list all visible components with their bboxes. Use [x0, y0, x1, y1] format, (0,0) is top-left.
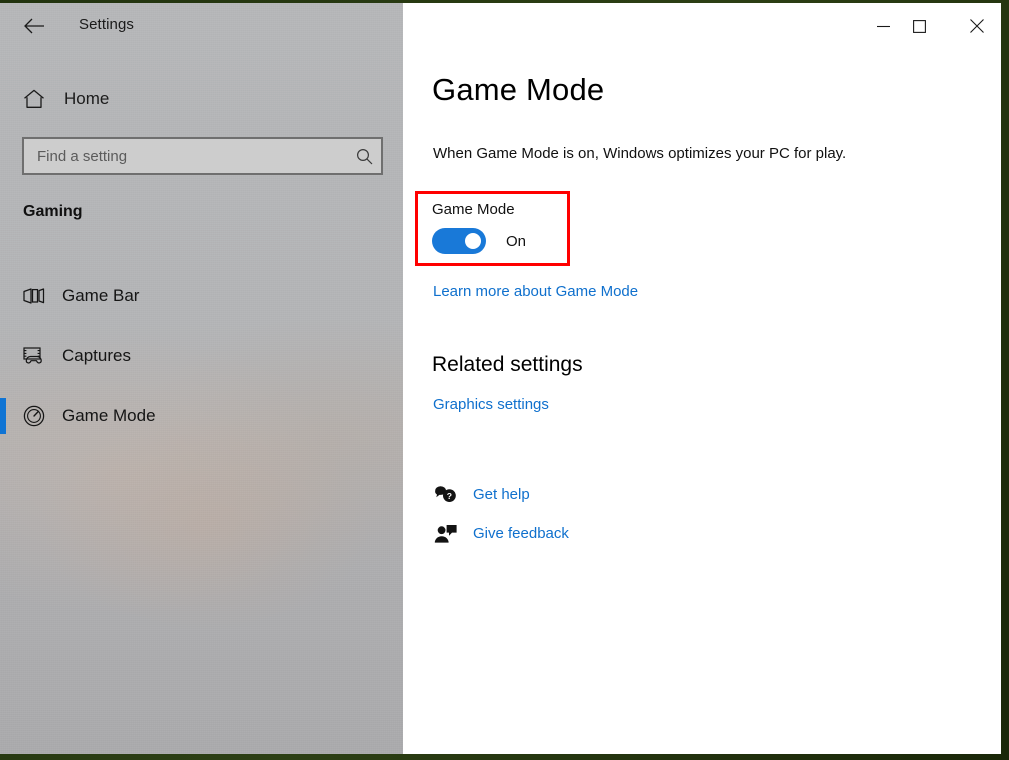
graphics-settings-link[interactable]: Graphics settings	[433, 396, 549, 413]
minimize-icon	[877, 25, 890, 27]
svg-text:?: ?	[447, 491, 452, 501]
game-mode-toggle-row: On	[432, 228, 602, 254]
toggle-knob	[465, 233, 481, 249]
game-bar-icon	[20, 282, 48, 310]
sidebar-item-game-mode[interactable]: Game Mode	[0, 386, 403, 446]
sidebar-item-home[interactable]: Home	[0, 80, 403, 118]
give-feedback-row[interactable]: Give feedback	[431, 514, 569, 553]
game-mode-toggle-state: On	[506, 232, 527, 250]
game-mode-toggle[interactable]	[432, 228, 486, 254]
sidebar-item-captures-label: Captures	[62, 346, 131, 365]
close-icon	[969, 19, 984, 33]
support-links: ? Get help Give feedback	[431, 475, 569, 553]
maximize-button[interactable]	[896, 10, 943, 42]
game-mode-toggle-group: Game Mode On	[432, 201, 602, 254]
give-feedback-icon	[431, 521, 461, 547]
get-help-label[interactable]: Get help	[473, 486, 530, 503]
sidebar-item-captures[interactable]: Captures	[0, 326, 403, 386]
sidebar-item-game-bar-label: Game Bar	[62, 286, 140, 305]
game-mode-gauge-icon	[20, 402, 48, 430]
page-title: Game Mode	[432, 72, 605, 107]
game-mode-toggle-label: Game Mode	[432, 201, 515, 218]
back-arrow-icon	[24, 18, 44, 34]
give-feedback-label[interactable]: Give feedback	[473, 525, 569, 542]
related-settings-heading: Related settings	[432, 353, 583, 376]
get-help-icon: ?	[431, 482, 461, 508]
maximize-icon	[913, 19, 926, 33]
search-input[interactable]	[24, 146, 347, 166]
selection-indicator	[0, 398, 6, 434]
learn-more-link[interactable]: Learn more about Game Mode	[433, 283, 638, 300]
main-content: Game Mode When Game Mode is on, Windows …	[403, 3, 1001, 754]
close-button[interactable]	[953, 10, 1000, 42]
captures-icon	[20, 342, 48, 370]
search-icon[interactable]	[347, 148, 381, 165]
sidebar-category-header: Gaming	[23, 203, 83, 220]
sidebar-nav-list: Game Bar Captures Game Mode	[0, 266, 403, 446]
sidebar-item-game-mode-label: Game Mode	[62, 406, 156, 425]
home-icon	[22, 89, 46, 109]
sidebar-item-home-label: Home	[64, 89, 110, 108]
sidebar-item-game-bar[interactable]: Game Bar	[0, 266, 403, 326]
search-box[interactable]	[22, 137, 383, 175]
back-button[interactable]	[14, 9, 54, 43]
get-help-row[interactable]: ? Get help	[431, 475, 569, 514]
app-title: Settings	[79, 16, 134, 33]
title-bar: Settings	[0, 3, 1001, 50]
settings-window: Settings Home Find a setting Gaming Game…	[0, 3, 1001, 754]
page-description: When Game Mode is on, Windows optimizes …	[433, 145, 847, 162]
